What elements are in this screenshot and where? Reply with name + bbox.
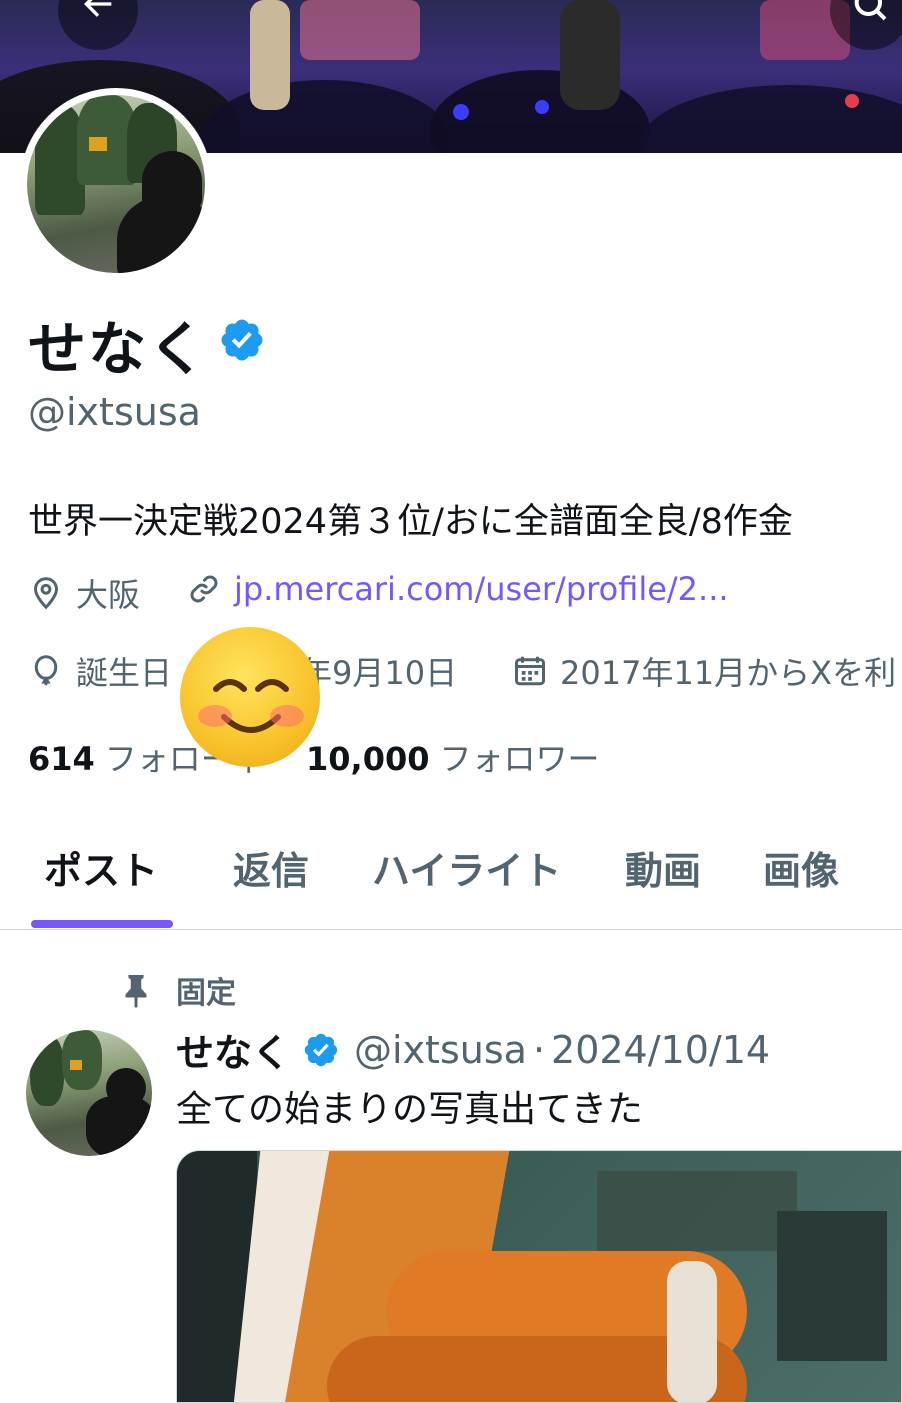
profile-birthday: 誕生日 [28, 648, 172, 694]
pin-icon [125, 975, 147, 1008]
balloon-icon [34, 655, 58, 686]
birthday-label: 誕生日 [76, 654, 173, 692]
search-icon [854, 0, 887, 21]
post-image[interactable] [176, 1150, 902, 1403]
post-author-handle: @ixtsusa [354, 1027, 527, 1072]
tab-images[interactable]: 画像 [763, 840, 839, 895]
profile-name: せなく [28, 315, 209, 383]
verified-badge-icon[interactable] [218, 316, 266, 364]
location-text: 大阪 [76, 576, 141, 614]
arrow-left-icon [84, 0, 112, 17]
post-author-name[interactable]: せなく [176, 1022, 290, 1077]
post-separator: · [532, 1027, 546, 1072]
link-icon [190, 575, 218, 603]
link-text[interactable]: jp.mercari.com/user/profile/2... [234, 570, 729, 608]
followers-label: フォロワー [439, 740, 600, 778]
pinned-indicator: 固定 [118, 968, 236, 1012]
tab-highlights[interactable]: ハイライト [372, 840, 561, 895]
followers-count: 10,000 [306, 740, 430, 778]
location-pin-icon [33, 577, 59, 610]
smiling-emoji-sticker [180, 627, 320, 767]
profile-avatar[interactable] [20, 88, 212, 280]
profile-handle: @ixtsusa [28, 390, 201, 434]
profile-link[interactable]: jp.mercari.com/user/profile/2... [186, 570, 729, 608]
tab-replies[interactable]: 返信 [233, 840, 309, 895]
following-count: 614 [28, 740, 95, 778]
followers-link[interactable]: 10,000 フォロワー [306, 734, 600, 780]
tab-videos[interactable]: 動画 [625, 840, 701, 895]
avatar-image [27, 95, 205, 273]
profile-location: 大阪 [28, 570, 140, 616]
post-text: 全ての始まりの写真出てきた [176, 1089, 643, 1130]
post-date[interactable]: 2024/10/14 [551, 1028, 770, 1072]
pinned-label: 固定 [176, 976, 236, 1011]
profile-joined: 2017年11月からXを利 [512, 648, 896, 694]
profile-birthday-date: 年9月10日 [300, 654, 458, 692]
post-header: せなく @ixtsusa · 2024/10/14 [176, 1022, 770, 1077]
profile-tabs: ポスト 返信 ハイライト 動画 画像 [0, 800, 902, 930]
back-button[interactable] [58, 0, 138, 50]
tab-posts[interactable]: ポスト [44, 840, 158, 895]
post-author-avatar[interactable] [26, 1030, 152, 1156]
verified-badge-icon [304, 1033, 338, 1066]
calendar-icon [515, 656, 545, 686]
joined-text: 2017年11月からXを利 [560, 654, 897, 692]
profile-bio: 世界一決定戦2024第３位/おに全譜面全良/8作金 [28, 502, 793, 542]
active-tab-indicator [31, 920, 173, 928]
